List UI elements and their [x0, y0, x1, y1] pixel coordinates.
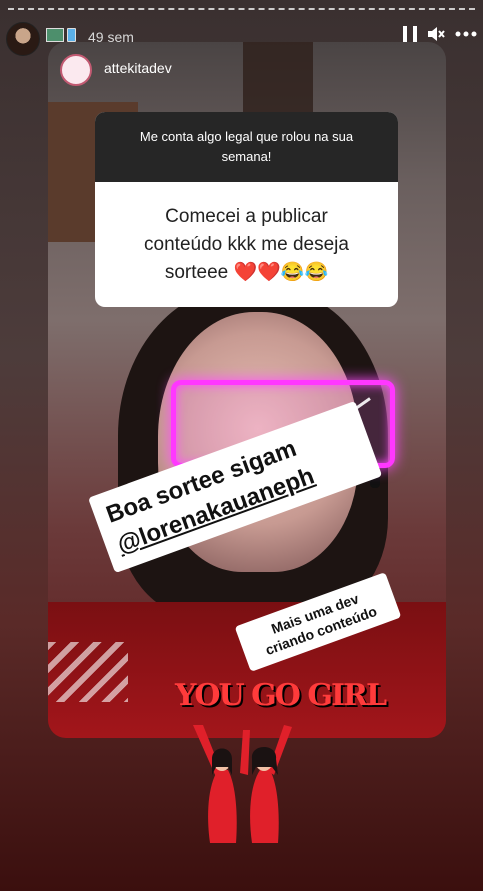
gif-sticker-girls [188, 725, 298, 845]
poster-avatar[interactable] [60, 54, 92, 86]
poster-username[interactable]: attekitadev [104, 60, 172, 76]
story-controls [403, 26, 477, 42]
story-poster[interactable]: attekitadev [60, 54, 190, 86]
mute-icon[interactable] [427, 26, 445, 42]
viewer-avatar[interactable] [6, 22, 40, 56]
question-prompt: Me conta algo legal que rolou na sua sem… [95, 112, 398, 182]
shirt-stripes [48, 642, 128, 702]
status-icons [46, 28, 76, 42]
more-icon[interactable] [455, 31, 477, 37]
computer-icon [46, 28, 64, 42]
question-sticker: Me conta algo legal que rolou na sua sem… [95, 112, 398, 307]
gif-sticker-text: YOU GO GIRL [175, 678, 387, 713]
phone-icon [67, 28, 76, 42]
question-answer: Comecei a publicar conteúdo kkk me desej… [144, 205, 349, 283]
story-progress-bar [8, 8, 475, 12]
pause-icon[interactable] [403, 26, 417, 42]
